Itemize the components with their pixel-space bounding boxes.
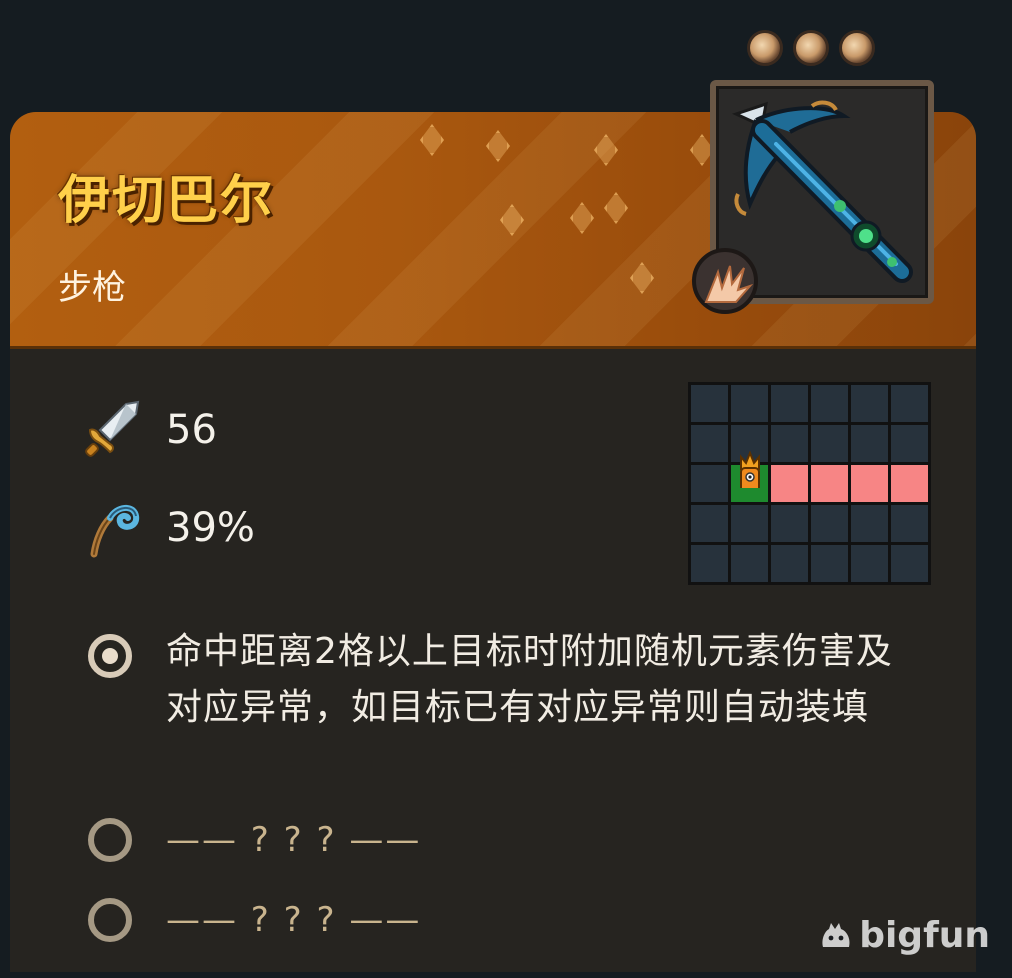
upgrade-slot-icon [839,30,875,66]
ornament-diamond [570,202,594,234]
grid-cell [851,425,888,462]
grid-cell [691,385,728,422]
grid-cell [731,385,768,422]
grid-cell [891,545,928,582]
grid-cell [891,385,928,422]
grid-cell [811,385,848,422]
grid-cell [771,545,808,582]
attack-range-grid [688,382,931,585]
grid-cell-self [731,451,768,502]
staff-icon [90,505,140,558]
grid-cell [891,505,928,542]
grid-cell [731,505,768,542]
perk-2: —— ? ? ? —— [88,818,421,862]
grid-cell-range [771,465,808,502]
perk-locked-icon [88,898,132,942]
attack-value: 56 [166,407,217,453]
ornament-diamond [500,204,524,236]
grid-cell-range [811,465,848,502]
grid-cell [891,425,928,462]
grid-cell [851,545,888,582]
upgrade-slot-icon [747,30,783,66]
grid-cell [851,385,888,422]
grid-cell [691,425,728,462]
grid-cell [691,505,728,542]
bigfun-logo-icon [822,922,850,947]
perk-3: —— ? ? ? —— [88,898,421,942]
crit-value: 39% [166,505,255,551]
grid-cell [771,505,808,542]
sword-icon [85,400,140,457]
grid-cell-range [891,465,928,502]
ornament-diamond [594,134,618,166]
ornament-diamond [630,262,654,294]
stat-attack: 56 [80,398,217,462]
grid-cell [691,545,728,582]
item-name: 伊切巴尔 [58,171,275,231]
upgrade-slots [747,30,875,66]
grid-cell [771,425,808,462]
ornament-diamond [604,192,628,224]
perk-locked-text: —— ? ? ? —— [166,900,422,940]
perk-unlocked-icon [88,634,132,678]
grid-cell [811,425,848,462]
perk-1: 命中距离2格以上目标时附加随机元素伤害及对应异常，如目标已有对应异常则自动装填 [88,624,926,736]
perk-description: 命中距离2格以上目标时附加随机元素伤害及对应异常，如目标已有对应异常则自动装填 [166,631,893,728]
perk-locked-icon [88,818,132,862]
grid-cell [811,545,848,582]
ornament-diamond [486,130,510,162]
perk-locked-text: —— ? ? ? —— [166,820,422,860]
damage-type-badge [692,248,758,314]
grid-cell-range [851,465,888,502]
grid-cell [771,385,808,422]
item-type: 步枪 [58,268,126,308]
ornament-diamond [420,124,444,156]
grid-cell [691,465,728,502]
watermark-text: bigfun [859,915,990,956]
grid-cell [731,545,768,582]
watermark: bigfun [819,915,990,956]
grid-cell [811,505,848,542]
upgrade-slot-icon [793,30,829,66]
grid-cell [851,505,888,542]
burst-icon [704,265,754,303]
unit-marker-icon [740,451,760,488]
stat-crit: 39% [80,496,255,560]
